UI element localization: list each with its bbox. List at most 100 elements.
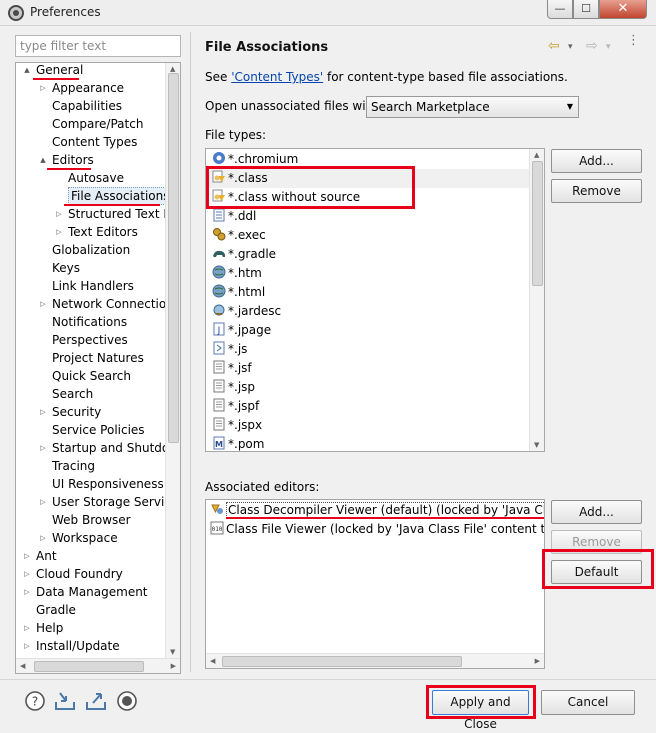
tree-horizontal-scrollbar[interactable]: ◀ ▶	[16, 658, 180, 673]
collapsed-twisty-icon[interactable]: ▷	[38, 493, 48, 511]
file-types-scroll-thumb[interactable]	[532, 161, 543, 286]
panel-divider	[190, 32, 191, 672]
record-icon[interactable]	[116, 690, 138, 712]
forward-dropdown-icon[interactable]: ▾	[606, 42, 611, 52]
tree-item-label: Keys	[52, 261, 81, 275]
tree-item-label: File Associations	[68, 187, 173, 205]
file-type-item[interactable]: *.html	[212, 283, 265, 302]
editor-label: Class File Viewer (locked by 'Java Class…	[226, 522, 545, 536]
scroll-down-arrow-icon[interactable]: ▼	[534, 441, 539, 449]
tree-vertical-scroll-thumb[interactable]	[168, 73, 179, 443]
tree-item-label: Autosave	[68, 171, 124, 185]
maximize-button[interactable]: ☐	[573, 0, 599, 19]
scroll-left-arrow-icon[interactable]: ◀	[20, 662, 25, 670]
tree-item-label: Editors	[52, 153, 94, 167]
file-types-vertical-scrollbar[interactable]: ▲ ▼	[529, 149, 544, 451]
collapsed-twisty-icon[interactable]: ▷	[38, 529, 48, 547]
scroll-right-arrow-icon[interactable]: ▶	[535, 657, 540, 665]
file-type-item[interactable]: *.ddl	[212, 207, 256, 226]
bottom-separator	[0, 679, 656, 680]
tree-item-label: Network Connection	[52, 297, 174, 311]
tree-item-label: Data Management	[36, 585, 148, 599]
editors-horizontal-scrollbar[interactable]: ◀ ▶	[206, 653, 544, 668]
file-type-item[interactable]: *.gradle	[212, 245, 276, 264]
help-icon[interactable]: ?	[24, 690, 46, 712]
import-icon[interactable]	[54, 690, 76, 712]
tree-item-label: Content Types	[52, 135, 138, 149]
annotation-underline-decompiler	[226, 517, 544, 519]
file-type-item[interactable]: J *.jpage	[212, 321, 271, 340]
annotation-box-apply-close	[426, 685, 536, 719]
scroll-down-arrow-icon[interactable]: ▼	[170, 648, 175, 656]
file-type-item[interactable]: *.htm	[212, 264, 262, 283]
collapsed-twisty-icon[interactable]: ▷	[54, 223, 64, 241]
scroll-up-arrow-icon[interactable]: ▲	[170, 65, 175, 73]
tree-item-label: Perspectives	[52, 333, 128, 347]
forward-arrow-icon[interactable]: ⇨	[586, 38, 598, 54]
open-unassociated-value: Search Marketplace	[371, 100, 490, 114]
title-bar: Preferences — ☐ ✕	[0, 0, 656, 26]
jpage-icon: J	[212, 322, 228, 337]
scroll-up-arrow-icon[interactable]: ▲	[534, 151, 539, 159]
file-type-item[interactable]: *.jspx	[212, 416, 262, 435]
open-unassociated-select[interactable]: Search Marketplace ▼	[366, 96, 579, 118]
editors-horizontal-scroll-thumb[interactable]	[222, 656, 462, 667]
export-icon[interactable]	[85, 690, 107, 712]
expanded-twisty-icon[interactable]: ▲	[38, 151, 48, 169]
back-dropdown-icon[interactable]: ▾	[568, 42, 573, 52]
preferences-tree[interactable]: ▲ General ▷ Appearance Capabilities Compare/P…	[15, 62, 181, 674]
app-icon	[8, 5, 24, 21]
cancel-button[interactable]: Cancel	[541, 690, 635, 715]
file-type-label: *.html	[228, 285, 266, 299]
collapsed-twisty-icon[interactable]: ▷	[22, 583, 32, 601]
file-type-item[interactable]: *.jsf	[212, 359, 252, 378]
tree-horizontal-scroll-thumb[interactable]	[34, 661, 144, 672]
note-prefix: See	[205, 70, 232, 84]
filter-input[interactable]	[15, 35, 181, 57]
binary-file-icon: 010	[210, 521, 226, 536]
tree-vertical-scrollbar[interactable]: ▲ ▼	[165, 63, 180, 658]
file-type-label: *.gradle	[228, 247, 277, 261]
collapsed-twisty-icon[interactable]: ▷	[22, 619, 32, 637]
scroll-right-arrow-icon[interactable]: ▶	[171, 662, 176, 670]
file-type-add-button[interactable]: Add...	[551, 149, 642, 173]
view-menu-icon[interactable]: ⋮	[627, 34, 640, 47]
collapsed-twisty-icon[interactable]: ▷	[22, 565, 32, 583]
ddl-icon	[212, 208, 228, 223]
file-type-item[interactable]: *.js	[212, 340, 247, 359]
close-button[interactable]: ✕	[599, 0, 647, 19]
page-title: File Associations	[205, 40, 329, 55]
back-arrow-icon[interactable]: ⇦	[548, 38, 560, 54]
tree-item-label: Cloud Foundry	[36, 567, 123, 581]
file-type-label: *.htm	[228, 266, 262, 280]
tree-item-label: Project Natures	[52, 351, 144, 365]
annotation-underline-file-associations	[64, 204, 160, 206]
file-types-label: File types:	[205, 128, 266, 142]
file-type-item[interactable]: M *.pom	[212, 435, 264, 451]
file-type-item[interactable]: *.exec	[212, 226, 266, 245]
scroll-left-arrow-icon[interactable]: ◀	[210, 657, 215, 665]
editor-item[interactable]: 010 Class File Viewer (locked by 'Java Cl…	[210, 520, 545, 539]
collapsed-twisty-icon[interactable]: ▷	[22, 547, 32, 565]
tree-item-label: Text Editors	[68, 225, 138, 239]
minimize-button[interactable]: —	[547, 0, 573, 19]
file-type-label: *.exec	[228, 228, 266, 242]
associated-editors-label: Associated editors:	[205, 480, 320, 494]
editor-add-button[interactable]: Add...	[551, 500, 642, 524]
collapsed-twisty-icon[interactable]: ▷	[38, 295, 48, 313]
globe-icon	[212, 284, 228, 299]
file-type-item[interactable]: *.jsp	[212, 378, 255, 397]
collapsed-twisty-icon[interactable]: ▷	[38, 403, 48, 421]
collapsed-twisty-icon[interactable]: ▷	[22, 637, 32, 655]
expanded-twisty-icon[interactable]: ▲	[22, 63, 32, 79]
tree-item-label: Compare/Patch	[52, 117, 144, 131]
collapsed-twisty-icon[interactable]: ▷	[38, 79, 48, 97]
content-types-link[interactable]: 'Content Types'	[231, 70, 323, 84]
file-type-item[interactable]: *.jspf	[212, 397, 259, 416]
associated-editors-list[interactable]: Class Decompiler Viewer (default) (locke…	[205, 499, 545, 669]
collapsed-twisty-icon[interactable]: ▷	[54, 205, 64, 223]
file-type-remove-button[interactable]: Remove	[551, 179, 642, 203]
tree-item-label: Search	[52, 387, 94, 401]
collapsed-twisty-icon[interactable]: ▷	[38, 439, 48, 457]
file-type-item[interactable]: *.jardesc	[212, 302, 281, 321]
